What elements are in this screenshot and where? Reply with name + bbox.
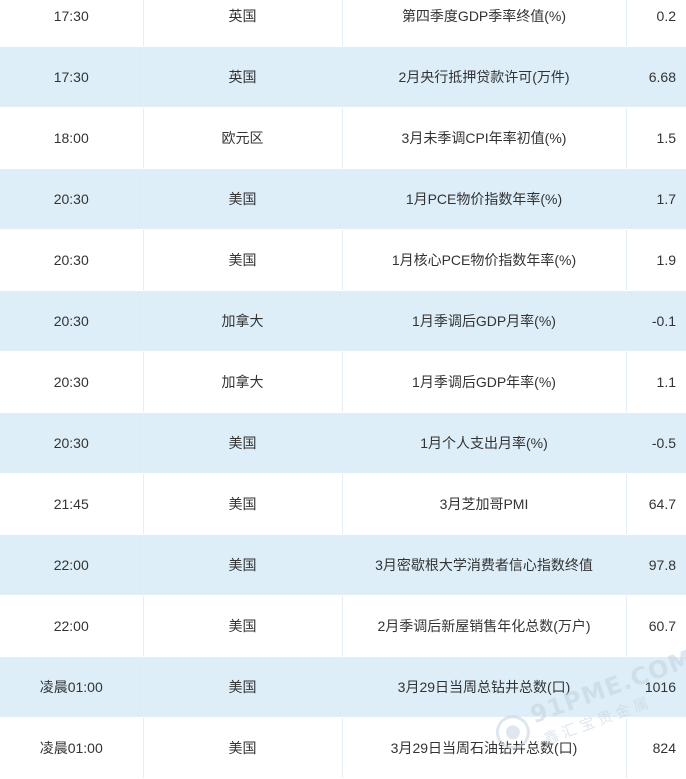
table-row: 20:30 加拿大 1月季调后GDP月率(%) -0.1 [0, 290, 686, 352]
release-time-cell: 凌晨01:00 [0, 717, 144, 779]
indicator-value-cell: 1.7 [626, 168, 686, 230]
country-cell: 美国 [143, 412, 343, 474]
table-row: 20:30 加拿大 1月季调后GDP年率(%) 1.1 [0, 351, 686, 413]
table-row: 凌晨01:00 美国 3月29日当周石油钻井总数(口) 824 [0, 717, 686, 779]
country-cell: 美国 [143, 595, 343, 657]
release-time-cell: 20:30 [0, 168, 144, 230]
indicator-value-cell: 1016 [626, 656, 686, 718]
indicator-value-cell: 60.7 [626, 595, 686, 657]
release-time-cell: 22:00 [0, 534, 144, 596]
release-time-cell: 18:00 [0, 107, 144, 169]
release-time-cell: 22:00 [0, 595, 144, 657]
indicator-value-cell: -0.5 [626, 412, 686, 474]
indicator-name-cell: 3月密歇根大学消费者信心指数终值 [342, 534, 627, 596]
country-cell: 美国 [143, 229, 343, 291]
country-cell: 英国 [143, 46, 343, 108]
release-time-cell: 20:30 [0, 290, 144, 352]
indicator-name-cell: 3月未季调CPI年率初值(%) [342, 107, 627, 169]
indicator-value-cell: -0.1 [626, 290, 686, 352]
country-cell: 美国 [143, 473, 343, 535]
release-time-cell: 20:30 [0, 351, 144, 413]
table-row: 22:00 美国 3月密歇根大学消费者信心指数终值 97.8 [0, 534, 686, 596]
indicator-name-cell: 1月季调后GDP年率(%) [342, 351, 627, 413]
table-row: 21:45 美国 3月芝加哥PMI 64.7 [0, 473, 686, 535]
indicator-name-cell: 1月个人支出月率(%) [342, 412, 627, 474]
table-row: 17:30 英国 第四季度GDP季率终值(%) 0.2 [0, 0, 686, 47]
indicator-value-cell: 1.5 [626, 107, 686, 169]
indicator-name-cell: 3月29日当周总钻井总数(口) [342, 656, 627, 718]
calendar-table-body: 17:30 英国 第四季度GDP季率终值(%) 0.2 17:30 英国 2月央行抵押贷款许… [0, 0, 686, 779]
release-time-cell: 17:30 [0, 0, 144, 47]
indicator-value-cell: 824 [626, 717, 686, 779]
release-time-cell: 20:30 [0, 229, 144, 291]
release-time-cell: 21:45 [0, 473, 144, 535]
indicator-name-cell: 3月29日当周石油钻井总数(口) [342, 717, 627, 779]
country-cell: 欧元区 [143, 107, 343, 169]
country-cell: 美国 [143, 168, 343, 230]
indicator-name-cell: 2月央行抵押贷款许可(万件) [342, 46, 627, 108]
table-row: 17:30 英国 2月央行抵押贷款许可(万件) 6.68 [0, 46, 686, 108]
indicator-name-cell: 1月核心PCE物价指数年率(%) [342, 229, 627, 291]
indicator-value-cell: 97.8 [626, 534, 686, 596]
table-row: 22:00 美国 2月季调后新屋销售年化总数(万户) 60.7 [0, 595, 686, 657]
table-row: 20:30 美国 1月PCE物价指数年率(%) 1.7 [0, 168, 686, 230]
country-cell: 加拿大 [143, 351, 343, 413]
indicator-value-cell: 64.7 [626, 473, 686, 535]
country-cell: 英国 [143, 0, 343, 47]
economic-calendar-table: 17:30 英国 第四季度GDP季率终值(%) 0.2 17:30 英国 2月央行抵押贷款许… [0, 0, 686, 779]
release-time-cell: 17:30 [0, 46, 144, 108]
indicator-name-cell: 3月芝加哥PMI [342, 473, 627, 535]
indicator-name-cell: 1月PCE物价指数年率(%) [342, 168, 627, 230]
indicator-value-cell: 1.9 [626, 229, 686, 291]
indicator-name-cell: 第四季度GDP季率终值(%) [342, 0, 627, 47]
indicator-name-cell: 2月季调后新屋销售年化总数(万户) [342, 595, 627, 657]
country-cell: 美国 [143, 656, 343, 718]
indicator-value-cell: 0.2 [626, 0, 686, 47]
country-cell: 加拿大 [143, 290, 343, 352]
release-time-cell: 凌晨01:00 [0, 656, 144, 718]
indicator-name-cell: 1月季调后GDP月率(%) [342, 290, 627, 352]
country-cell: 美国 [143, 534, 343, 596]
table-row: 20:30 美国 1月核心PCE物价指数年率(%) 1.9 [0, 229, 686, 291]
indicator-value-cell: 1.1 [626, 351, 686, 413]
indicator-value-cell: 6.68 [626, 46, 686, 108]
table-row: 18:00 欧元区 3月未季调CPI年率初值(%) 1.5 [0, 107, 686, 169]
table-row: 20:30 美国 1月个人支出月率(%) -0.5 [0, 412, 686, 474]
release-time-cell: 20:30 [0, 412, 144, 474]
country-cell: 美国 [143, 717, 343, 779]
table-row: 凌晨01:00 美国 3月29日当周总钻井总数(口) 1016 [0, 656, 686, 718]
